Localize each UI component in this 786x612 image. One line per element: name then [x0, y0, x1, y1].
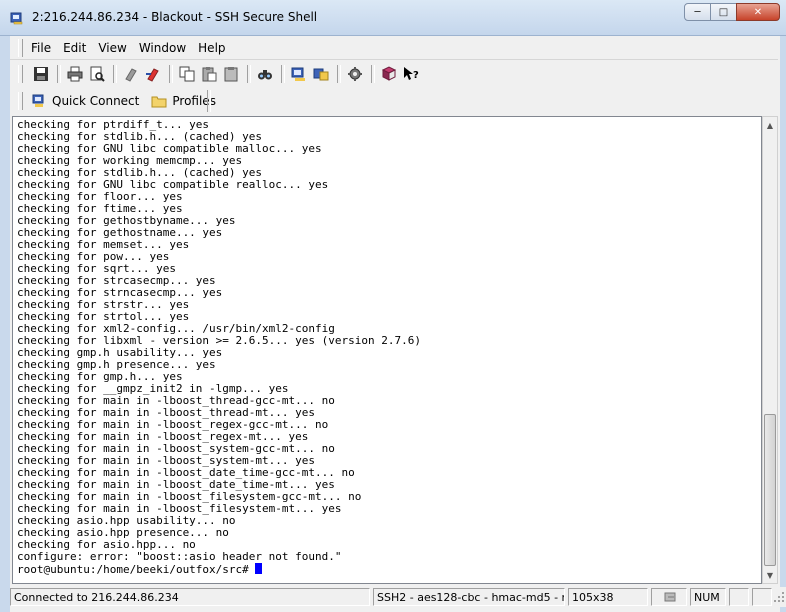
window-frame-right	[780, 36, 786, 612]
profilebar-separator	[207, 90, 211, 112]
terminal-icon	[291, 67, 305, 81]
status-empty-cell	[752, 588, 772, 606]
scroll-thumb[interactable]	[764, 414, 776, 566]
menubar-grip[interactable]	[18, 38, 23, 57]
status-cipher: SSH2 - aes128-cbc - hmac-md5 - nc	[373, 588, 565, 606]
copy-icon	[179, 66, 195, 82]
toolbar-separator	[371, 65, 375, 83]
quick-connect-button[interactable]: Quick Connect	[31, 93, 139, 109]
transfer-icon	[664, 592, 675, 602]
file-transfer-button[interactable]	[311, 64, 331, 84]
menu-help[interactable]: Help	[198, 41, 225, 55]
folder-icon	[151, 96, 167, 108]
menu-view[interactable]: View	[98, 41, 126, 55]
print-button[interactable]	[65, 64, 85, 84]
toolbar-separator	[247, 65, 251, 83]
settings-button[interactable]	[345, 64, 365, 84]
context-help-button[interactable]: ?	[401, 64, 421, 84]
window-frame-left	[0, 36, 10, 612]
find-icon	[258, 70, 272, 80]
connect-icon	[146, 68, 159, 82]
disconnect-icon	[125, 68, 137, 82]
paste-alt-button[interactable]	[221, 64, 241, 84]
menu-edit[interactable]: Edit	[63, 41, 86, 55]
menu-file[interactable]: File	[31, 41, 51, 55]
menu-window[interactable]: Window	[139, 41, 186, 55]
toolbar-separator	[337, 65, 341, 83]
title-bar: 2:216.244.86.234 - Blackout - SSH Secure…	[0, 0, 786, 36]
help-book-button[interactable]	[379, 64, 399, 84]
menu-bar: File Edit View Window Help	[10, 36, 778, 60]
disconnect-button[interactable]	[121, 64, 141, 84]
status-num-lock: NUM	[690, 588, 726, 606]
paste-icon	[202, 67, 217, 82]
toolbar-separator	[113, 65, 117, 83]
status-terminal-size: 105x38	[568, 588, 648, 606]
context-help-icon: ?	[404, 67, 419, 81]
print-preview-button[interactable]	[87, 64, 107, 84]
terminal-output: checking for ptrdiff_t... yes checking fo…	[17, 119, 421, 576]
resize-grip[interactable]	[772, 590, 786, 604]
minimize-button[interactable]: ─	[684, 3, 711, 21]
settings-icon	[348, 67, 362, 81]
status-transfer-cell	[651, 588, 687, 606]
status-bar: Connected to 216.244.86.234 SSH2 - aes12…	[10, 587, 786, 607]
terminal-prompt: root@ubuntu:/home/beeki/outfox/src#	[17, 563, 256, 576]
toolbar-separator	[57, 65, 61, 83]
arrow-up-icon: ▲	[766, 120, 774, 130]
scroll-down-button[interactable]: ▼	[763, 567, 777, 583]
quick-connect-label: Quick Connect	[52, 94, 140, 108]
vertical-scrollbar[interactable]: ▲ ▼	[762, 116, 778, 584]
terminal-prompt-line: root@ubuntu:/home/beeki/outfox/src#	[17, 563, 421, 576]
toolbar: ?	[10, 61, 778, 87]
print-preview-icon	[90, 66, 105, 82]
save-icon	[34, 67, 48, 81]
toolbar-separator	[169, 65, 173, 83]
profilebar-grip[interactable]	[18, 92, 23, 110]
resize-grip-icon	[774, 592, 784, 602]
close-button[interactable]: ✕	[736, 3, 780, 21]
quick-connect-icon	[32, 94, 44, 107]
connect-button[interactable]	[143, 64, 163, 84]
copy-button[interactable]	[177, 64, 197, 84]
maximize-button[interactable]: □	[710, 3, 737, 21]
arrow-down-icon: ▼	[766, 570, 774, 580]
toolbar-grip[interactable]	[18, 65, 23, 83]
svg-text:?: ?	[413, 70, 419, 81]
profiles-bar: Quick Connect Profiles	[10, 88, 778, 114]
terminal-cursor	[255, 563, 263, 574]
file-transfer-icon	[313, 68, 329, 81]
find-button[interactable]	[255, 64, 275, 84]
paste-button[interactable]	[199, 64, 219, 84]
maximize-icon: □	[718, 6, 729, 18]
print-icon	[67, 66, 83, 82]
toolbar-separator	[281, 65, 285, 83]
minimize-icon: ─	[694, 6, 701, 18]
scroll-up-button[interactable]: ▲	[763, 117, 777, 133]
help-book-icon	[381, 66, 397, 81]
window-title: 2:216.244.86.234 - Blackout - SSH Secure…	[32, 10, 318, 24]
paste-alt-icon	[224, 67, 238, 82]
terminal-line: configure: error: "boost::asio header no…	[17, 550, 342, 563]
status-empty-cell	[729, 588, 749, 606]
terminal-view[interactable]: checking for ptrdiff_t... yes checking fo…	[12, 116, 762, 584]
new-terminal-button[interactable]	[289, 64, 309, 84]
close-icon: ✕	[753, 6, 763, 18]
save-button[interactable]	[31, 64, 51, 84]
ssh-app-icon	[10, 12, 23, 25]
status-connection: Connected to 216.244.86.234	[10, 588, 370, 606]
